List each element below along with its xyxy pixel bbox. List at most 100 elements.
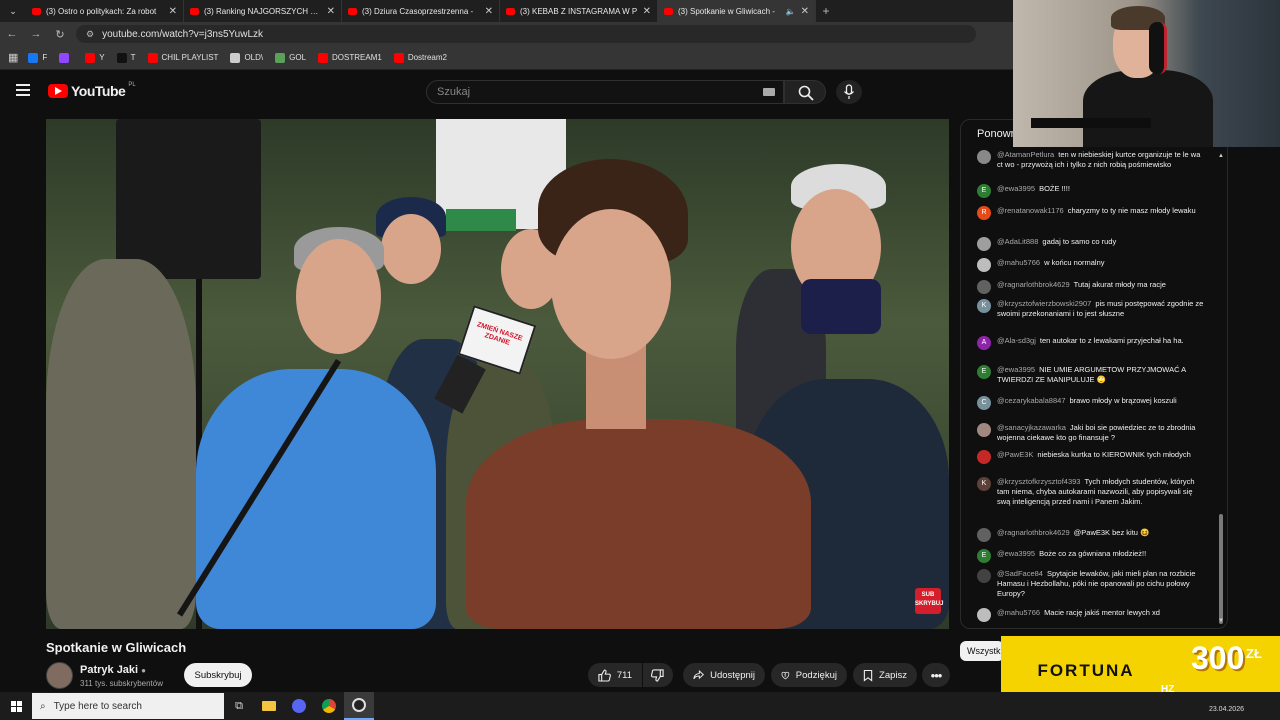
chat-username[interactable]: @ewa3995 [997, 184, 1035, 193]
chat-username[interactable]: @sanacyjkazawarka [997, 423, 1066, 432]
bookmark-item[interactable]: Y [85, 52, 105, 63]
chat-username[interactable]: @AtamanPetlura [997, 150, 1054, 159]
chat-avatar[interactable]: K [977, 477, 991, 491]
close-tab-icon[interactable]: ✕ [801, 6, 809, 17]
dislike-button[interactable] [643, 663, 673, 687]
chat-username[interactable]: @ragnarlothbrok4629 [997, 280, 1070, 289]
chat-message[interactable]: @AtamanPetlura ten w niebieskiej kurtce o… [961, 150, 1219, 170]
chat-avatar[interactable] [977, 258, 991, 272]
chat-avatar[interactable]: E [977, 549, 991, 563]
chat-message[interactable]: R @renatanowak1176 charyzmy to ty nie masz… [961, 206, 1219, 220]
more-actions-button[interactable]: ••• [922, 663, 950, 687]
chrome-icon[interactable] [314, 692, 344, 720]
search-button[interactable] [784, 80, 826, 104]
chat-message[interactable]: E @ewa3995 Boże co za gówniana młodzież!! [961, 549, 1219, 563]
close-tab-icon[interactable]: ✕ [169, 6, 177, 17]
chat-filter-button[interactable]: Wszystk [960, 641, 1004, 661]
url-field[interactable]: ⚙ youtube.com/watch?v=j3ns5YuwLzk [76, 25, 976, 43]
chat-avatar[interactable] [977, 423, 991, 437]
chat-username[interactable]: @mahu5766 [997, 608, 1040, 617]
close-tab-icon[interactable]: ✕ [327, 6, 335, 17]
search-input[interactable]: Szukaj [426, 80, 784, 104]
reload-icon[interactable]: ↻ [48, 28, 72, 41]
channel-watermark[interactable]: SUB SKRYBUJ [915, 588, 943, 614]
menu-icon[interactable] [16, 84, 30, 96]
chat-message[interactable]: C @cezarykabala8847 brawo młody w brązowej… [961, 396, 1219, 410]
chat-message[interactable]: @ragnarlothbrok4629 Tutaj akurat młody ma… [961, 280, 1219, 294]
thanks-button[interactable]: $ Podziękuj [771, 663, 847, 687]
scroll-up-icon[interactable]: ▲ [1218, 153, 1224, 159]
chat-username[interactable]: @ewa3995 [997, 365, 1035, 374]
bookmark-item[interactable]: CHIL PLAYLIST [147, 52, 218, 63]
channel-avatar[interactable] [46, 662, 73, 689]
chat-message-list[interactable]: @AtamanPetlura ten w niebieskiej kurtce o… [961, 150, 1219, 628]
task-view-icon[interactable]: ⧉ [224, 692, 254, 720]
chat-avatar[interactable] [977, 150, 991, 164]
bookmark-item[interactable]: F [28, 52, 47, 63]
scroll-down-icon[interactable]: ▼ [1218, 618, 1224, 624]
chat-message[interactable]: A @Ala-sd3gj ten autokar to z lewakami prz… [961, 336, 1219, 350]
chat-avatar[interactable] [977, 528, 991, 542]
obs-icon[interactable] [344, 692, 374, 720]
close-tab-icon[interactable]: ✕ [643, 6, 651, 17]
bookmark-item[interactable] [59, 52, 73, 63]
site-info-icon[interactable]: ⚙ [86, 29, 94, 40]
chat-message[interactable]: @mahu5766 w końcu normalny [961, 258, 1219, 272]
file-explorer-icon[interactable] [254, 692, 284, 720]
chat-message[interactable]: E @ewa3995 NIE UMIE ARGUMETOW PRZYJMOWAĆ A… [961, 365, 1219, 385]
back-icon[interactable]: ← [0, 28, 24, 40]
chat-scrollbar[interactable] [1219, 156, 1223, 626]
chat-avatar[interactable]: K [977, 299, 991, 313]
apps-icon[interactable]: ▦ [8, 51, 18, 64]
chat-message[interactable]: @mahu5766 Macie rację jakiś mentor lewych… [961, 608, 1219, 622]
chat-username[interactable]: @ewa3995 [997, 549, 1035, 558]
video-player[interactable]: ZMIEŃ NASZE ZDANIE SUB SKRYBUJ [46, 119, 949, 629]
chat-avatar[interactable]: E [977, 365, 991, 379]
save-button[interactable]: Zapisz [853, 663, 917, 687]
browser-tab[interactable]: (3) Dziura Czasoprzestrzenna - ✕ [342, 0, 500, 22]
chat-username[interactable]: @mahu5766 [997, 258, 1040, 267]
chat-message[interactable]: @sanacyjkazawarka Jaki boi sie powiedziec… [961, 423, 1219, 443]
chat-avatar[interactable]: A [977, 336, 991, 350]
chat-username[interactable]: @krzysztofwierzbowski2907 [997, 299, 1091, 308]
chat-avatar[interactable] [977, 280, 991, 294]
chat-avatar[interactable] [977, 608, 991, 622]
chat-message[interactable]: @AdaLit888 gadaj to samo co rudy [961, 237, 1219, 251]
bookmark-item[interactable]: Dostream2 [393, 52, 447, 63]
forward-icon[interactable]: → [24, 28, 48, 40]
chat-avatar[interactable] [977, 237, 991, 251]
bookmark-item[interactable]: OLD\ [230, 52, 263, 63]
keyboard-icon[interactable] [763, 88, 775, 96]
browser-tab[interactable]: (3) Ostro o politykach: Za robot ✕ [26, 0, 184, 22]
channel-name[interactable]: Patryk Jaki ● [80, 664, 146, 676]
share-button[interactable]: Udostępnij [683, 663, 765, 687]
start-button[interactable] [0, 692, 32, 720]
bookmark-item[interactable]: DOSTREAM1 [318, 52, 382, 63]
close-tab-icon[interactable]: ✕ [485, 6, 493, 17]
chat-username[interactable]: @PawE3K [997, 450, 1033, 459]
voice-search-button[interactable] [836, 80, 862, 104]
bookmark-item[interactable]: T [116, 52, 136, 63]
youtube-logo[interactable]: YouTube PL [48, 82, 136, 99]
taskbar-search-input[interactable]: ⌕ Type here to search [32, 693, 224, 719]
chat-message[interactable]: @SadFace84 Spytajcie lewaków, jaki mieli … [961, 569, 1219, 599]
chat-avatar[interactable] [977, 450, 991, 464]
chat-username[interactable]: @ragnarlothbrok4629 [997, 528, 1070, 537]
tab-search-icon[interactable]: ⌄ [0, 0, 26, 22]
chat-avatar[interactable] [977, 569, 991, 583]
chat-avatar[interactable]: E [977, 184, 991, 198]
new-tab-button[interactable]: + [816, 4, 836, 18]
chat-username[interactable]: @AdaLit888 [997, 237, 1038, 246]
chat-message[interactable]: K @krzysztofkrzysztof4393 Tych młodych stu… [961, 477, 1219, 507]
chat-username[interactable]: @renatanowak1176 [997, 206, 1064, 215]
bookmark-item[interactable]: GOL [275, 52, 306, 63]
chat-username[interactable]: @Ala-sd3gj [997, 336, 1036, 345]
chat-avatar[interactable]: C [977, 396, 991, 410]
browser-tab[interactable]: (3) KEBAB Z INSTAGRAMA W P ✕ [500, 0, 658, 22]
chat-message[interactable]: @PawE3K niebieska kurtka to KIEROWNIK tyc… [961, 450, 1219, 464]
chat-message[interactable]: E @ewa3995 BOŻE !!!! [961, 184, 1219, 198]
audio-icon[interactable]: 🔈 [786, 7, 796, 16]
chat-username[interactable]: @SadFace84 [997, 569, 1043, 578]
like-button[interactable]: 711 [588, 663, 642, 687]
chat-message[interactable]: @ragnarlothbrok4629 @PawE3K bez kitu 😆 [961, 528, 1219, 542]
